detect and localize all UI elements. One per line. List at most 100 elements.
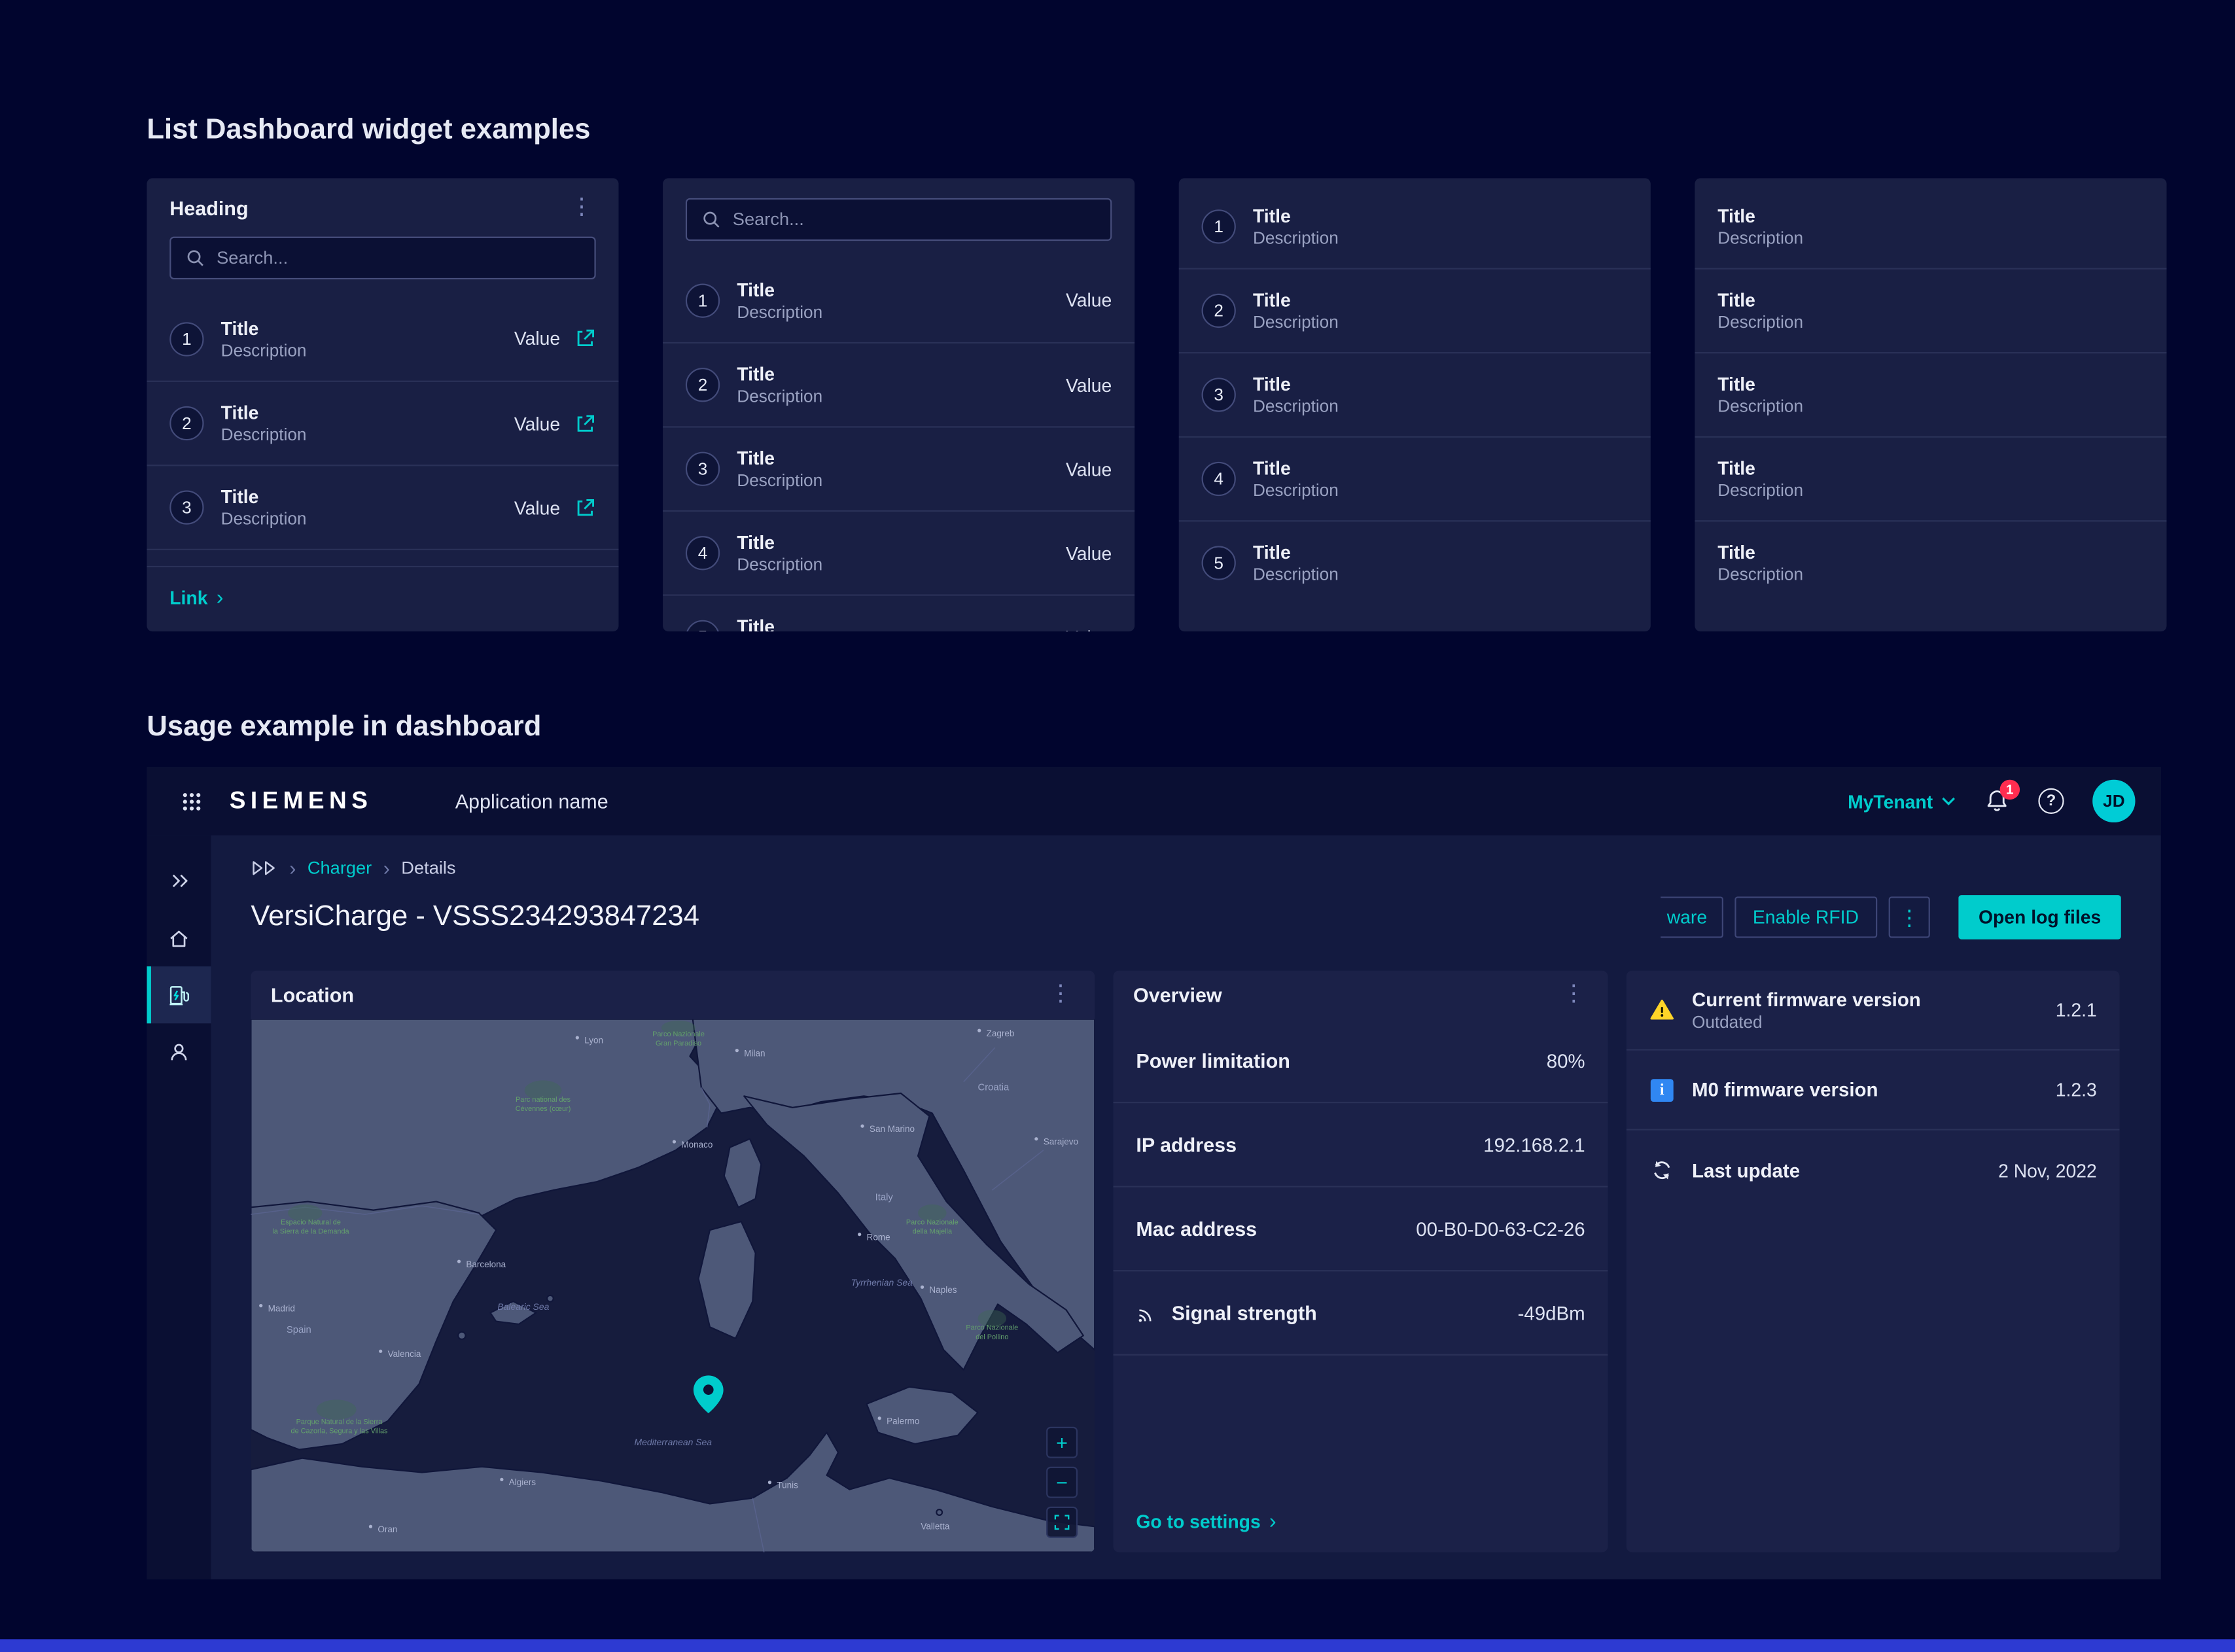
search-input[interactable]	[733, 209, 1097, 230]
overview-panel: Overview ⋮ Power limitation 80% IP addre…	[1113, 971, 1608, 1553]
clipped-firmware-button[interactable]: ware	[1661, 896, 1723, 938]
help-button[interactable]: ?	[2038, 788, 2064, 814]
status-row: Current firmware version Outdated 1.2.1	[1627, 971, 2120, 1051]
list-item[interactable]: 2 TitleDescription	[1179, 268, 1651, 353]
map-label: Naples	[929, 1285, 957, 1295]
dashboard-content: › Charger › Details VersiCharge - VSSS23…	[211, 835, 2160, 1579]
item-description: Description	[1253, 312, 1339, 332]
sidebar-expand-button[interactable]	[147, 852, 211, 909]
item-number-badge: 2	[169, 406, 203, 440]
item-description: Description	[1717, 312, 1803, 332]
bottom-accent-bar	[0, 1639, 2235, 1652]
map-label: Mediterranean Sea	[634, 1437, 712, 1447]
chevron-separator: ›	[289, 858, 296, 879]
list-item[interactable]: TitleDescription	[1695, 184, 2166, 268]
map-label: Croatia	[978, 1083, 1010, 1093]
fullscreen-button[interactable]	[1046, 1507, 1078, 1538]
user-avatar[interactable]: JD	[2092, 780, 2135, 822]
item-description: Description	[221, 425, 307, 445]
list-item[interactable]: 4 TitleDescription	[1179, 436, 1651, 521]
list-item[interactable]: 3 TitleDescription Value	[147, 465, 618, 549]
more-actions-button[interactable]: ⋮	[1889, 896, 1930, 938]
item-number-badge: 3	[686, 452, 720, 486]
sidebar-item-home[interactable]	[147, 909, 211, 966]
item-title: Title	[1253, 289, 1339, 311]
zoom-in-button[interactable]: +	[1046, 1427, 1078, 1458]
map-label: Valencia	[388, 1349, 421, 1359]
sidebar-item-user[interactable]	[147, 1023, 211, 1080]
list-item[interactable]: 3 TitleDescription	[1179, 352, 1651, 436]
search-icon	[701, 209, 722, 230]
item-value: Value	[514, 413, 560, 434]
list-item[interactable]: 4 TitleDescription Value	[663, 510, 1135, 595]
list-item[interactable]: 3 TitleDescription Value	[663, 426, 1135, 510]
zoom-out-button[interactable]: −	[1046, 1467, 1078, 1498]
clipped-list-item: 4 Title	[147, 549, 618, 566]
map-label: Madrid	[268, 1303, 295, 1313]
search-field	[686, 198, 1112, 241]
open-log-files-button[interactable]: Open log files	[1958, 895, 2121, 940]
item-value: Value	[1066, 374, 1112, 396]
location-map[interactable]: Lyon Milan Zagreb Monaco San Marino Barc…	[251, 1019, 1095, 1553]
widget-card-search-values: 1 TitleDescription Value 2 TitleDescript…	[663, 178, 1135, 631]
list-item[interactable]: 1 TitleDescription Value	[663, 258, 1135, 342]
list-item[interactable]: 1 TitleDescription Value	[147, 296, 618, 381]
breadcrumb: › Charger › Details	[251, 858, 2121, 879]
external-link-icon[interactable]	[574, 328, 596, 349]
row-value: 192.168.2.1	[1483, 1134, 1585, 1155]
map-label: Tunis	[777, 1480, 798, 1490]
card-footer-link[interactable]: Link	[169, 588, 207, 609]
map-label: Tyrrhenian Sea	[851, 1277, 913, 1288]
item-title: Title	[1253, 205, 1339, 226]
map-label: Italy	[875, 1192, 894, 1203]
list-item[interactable]: TitleDescription	[1695, 520, 2166, 605]
row-value: -49dBm	[1518, 1302, 1585, 1324]
go-to-settings-link[interactable]: Go to settings	[1136, 1511, 1260, 1532]
home-icon	[167, 926, 191, 950]
search-input[interactable]	[217, 248, 580, 268]
list-item[interactable]: 2 TitleDescription Value	[663, 342, 1135, 427]
item-title: Title	[1253, 457, 1339, 479]
row-label: Signal strength	[1172, 1301, 1317, 1324]
item-description: Description	[1253, 396, 1339, 417]
list-item[interactable]: TitleDescription	[1695, 268, 2166, 353]
widget-list: 1 TitleDescription Value 2 TitleDescript…	[147, 296, 618, 549]
item-value: Value	[1066, 458, 1112, 480]
external-link-icon[interactable]	[574, 497, 596, 518]
item-description: Description	[1717, 227, 1803, 247]
list-item[interactable]: 2 TitleDescription Value	[147, 381, 618, 465]
kebab-menu-icon[interactable]: ⋮	[1046, 983, 1075, 1006]
list-item[interactable]: TitleDescription	[1695, 352, 2166, 436]
item-description: Description	[1253, 565, 1339, 585]
item-value: Value	[1066, 289, 1112, 311]
item-number-badge: 2	[686, 368, 720, 402]
list-item[interactable]: 5 TitleDescription Value	[663, 594, 1135, 631]
item-number-badge: 2	[1202, 294, 1236, 328]
tenant-selector[interactable]: MyTenant	[1848, 790, 1956, 812]
enable-rfid-button[interactable]: Enable RFID	[1734, 896, 1878, 938]
section-title-usage: Usage example in dashboard	[147, 711, 541, 744]
external-link-icon[interactable]	[574, 413, 596, 434]
map-label: la Sierra de la Demanda	[272, 1228, 349, 1236]
item-value: Value	[514, 497, 560, 518]
item-title: Title	[221, 402, 307, 423]
notifications-button[interactable]: 1	[1984, 788, 2010, 814]
app-switcher-icon[interactable]	[167, 790, 215, 812]
item-description: Description	[737, 554, 822, 574]
overview-row: Signal strength -49dBm	[1113, 1271, 1608, 1356]
breadcrumb-charger[interactable]: Charger	[308, 858, 372, 879]
item-title: Title	[1717, 205, 1803, 226]
sidebar-item-charger[interactable]	[147, 966, 211, 1023]
list-item[interactable]: TitleDescription	[1695, 436, 2166, 521]
item-title: Title	[1717, 457, 1803, 479]
dashboard-example: SIEMENS Application name MyTenant 1 ? JD	[147, 767, 2160, 1579]
breadcrumb-details: Details	[401, 858, 455, 879]
page: List Dashboard widget examples Heading ⋮…	[0, 0, 2235, 1652]
kebab-menu-icon[interactable]: ⋮	[1559, 983, 1588, 1006]
list-item[interactable]: 5 TitleDescription	[1179, 520, 1651, 605]
kebab-menu-icon[interactable]: ⋮	[567, 197, 596, 220]
list-item[interactable]: 1 TitleDescription	[1179, 184, 1651, 268]
fast-forward-icon[interactable]	[251, 860, 277, 877]
map-label: Balearic Sea	[497, 1301, 549, 1312]
item-number-badge: 1	[169, 321, 203, 355]
